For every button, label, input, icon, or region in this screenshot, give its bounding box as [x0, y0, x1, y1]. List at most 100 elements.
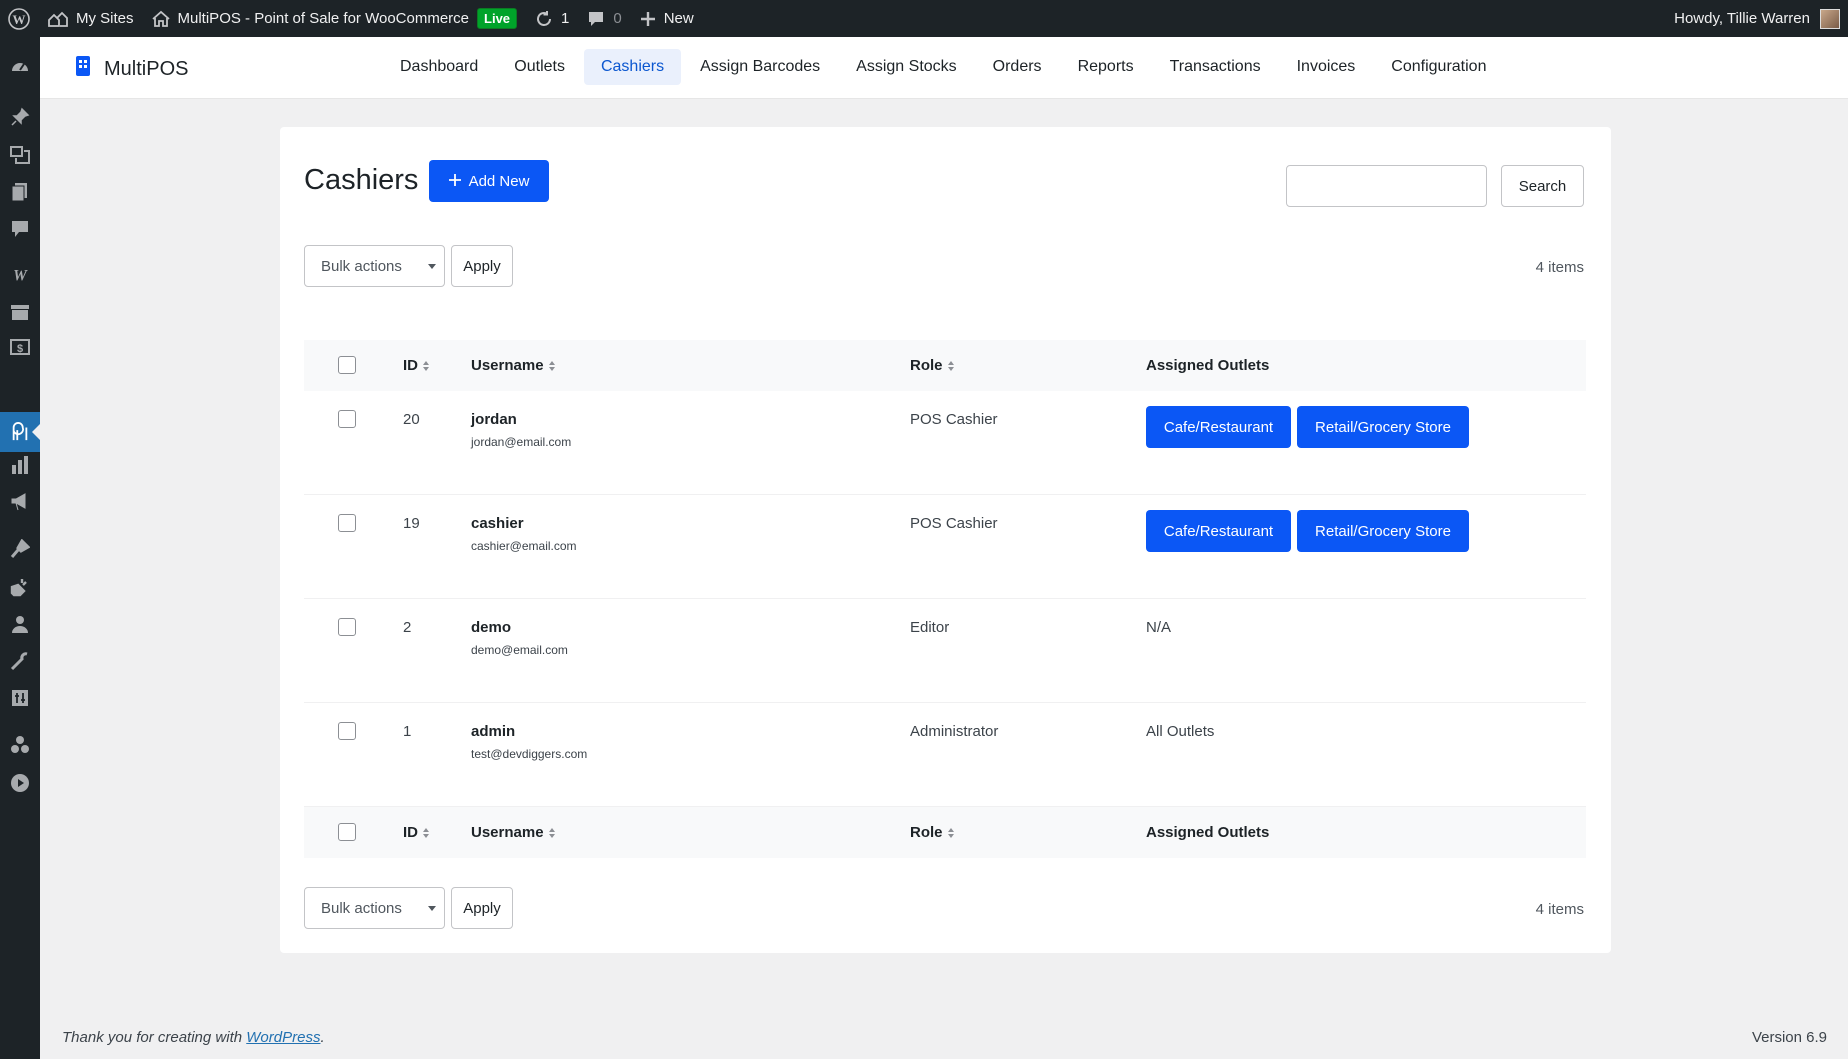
bulk-actions-label: Bulk actions	[321, 257, 402, 275]
sort-icon	[423, 360, 429, 371]
table-row: 1 admin test@devdiggers.com Administrato…	[304, 703, 1586, 807]
column-id[interactable]: ID	[403, 357, 429, 374]
settings-icon[interactable]	[10, 688, 30, 708]
select-all-checkbox-footer[interactable]	[338, 823, 356, 841]
media-icon[interactable]	[10, 145, 30, 165]
users-icon[interactable]	[10, 614, 30, 634]
sort-icon	[947, 827, 954, 838]
brand[interactable]: MultiPOS	[74, 54, 188, 84]
nav-invoices[interactable]: Invoices	[1280, 49, 1373, 85]
multipos-logo-icon	[74, 54, 92, 84]
column-assigned-outlets-footer: Assigned Outlets	[1146, 824, 1269, 841]
comments-link[interactable]: 0	[578, 0, 630, 37]
select-all-checkbox[interactable]	[338, 356, 356, 374]
column-username-label: Username	[471, 824, 544, 841]
home-icon	[151, 10, 170, 28]
row-outlets-text: All Outlets	[1146, 723, 1215, 740]
svg-text:W: W	[13, 267, 28, 284]
admin-bar: W My Sites MultiPOS - Point of Sale for …	[0, 0, 1848, 37]
row-checkbox[interactable]	[338, 410, 356, 428]
row-checkbox[interactable]	[338, 722, 356, 740]
main-nav: Dashboard Outlets Cashiers Assign Barcod…	[382, 49, 1504, 85]
appearance-icon[interactable]	[10, 539, 30, 559]
outlet-badge[interactable]: Retail/Grocery Store	[1297, 510, 1469, 552]
new-content-menu[interactable]: New	[631, 0, 703, 37]
brand-name: MultiPOS	[104, 57, 189, 80]
outlet-badge[interactable]: Retail/Grocery Store	[1297, 406, 1469, 448]
row-id: 20	[403, 411, 420, 428]
comments-icon[interactable]	[10, 219, 30, 239]
tools-icon[interactable]	[10, 651, 30, 671]
nav-outlets[interactable]: Outlets	[497, 49, 582, 85]
column-username-footer[interactable]: Username	[471, 824, 555, 841]
row-username[interactable]: jordan	[471, 411, 517, 428]
pages-icon[interactable]	[10, 182, 30, 202]
row-checkbox[interactable]	[338, 514, 356, 532]
column-id-label: ID	[403, 824, 418, 841]
multipos-icon[interactable]	[10, 422, 30, 442]
site-name-menu[interactable]: MultiPOS - Point of Sale for WooCommerce…	[143, 0, 527, 37]
collaboration-icon[interactable]	[10, 735, 30, 755]
admin-sidebar: W $	[0, 37, 40, 1059]
apply-button-top[interactable]: Apply	[451, 245, 513, 287]
nav-assign-stocks[interactable]: Assign Stocks	[839, 49, 973, 85]
footer-thanks-prefix: Thank you for creating with	[62, 1029, 247, 1046]
nav-dashboard[interactable]: Dashboard	[383, 49, 495, 85]
row-username[interactable]: admin	[471, 723, 515, 740]
cashiers-card: Cashiers Add New Search Bulk actions App…	[280, 127, 1611, 953]
bulk-actions-select-top[interactable]: Bulk actions	[304, 245, 445, 287]
plus-icon	[448, 173, 461, 190]
outlet-badge[interactable]: Cafe/Restaurant	[1146, 406, 1291, 448]
search-button[interactable]: Search	[1501, 165, 1584, 207]
updates-count: 1	[561, 10, 570, 27]
plugins-icon[interactable]	[10, 577, 30, 597]
row-username[interactable]: cashier	[471, 515, 524, 532]
apply-button-bottom[interactable]: Apply	[451, 887, 513, 929]
page-title: Cashiers	[304, 164, 419, 196]
dashboard-icon[interactable]	[10, 57, 30, 77]
nav-configuration[interactable]: Configuration	[1374, 49, 1503, 85]
video-icon[interactable]	[10, 773, 30, 793]
items-count-bottom: 4 items	[1535, 901, 1584, 918]
row-email: test@devdiggers.com	[471, 747, 588, 761]
bulk-actions-select-bottom[interactable]: Bulk actions	[304, 887, 445, 929]
outlet-badge[interactable]: Cafe/Restaurant	[1146, 510, 1291, 552]
items-count-top: 4 items	[1535, 259, 1584, 276]
row-username[interactable]: demo	[471, 619, 511, 636]
row-email: demo@email.com	[471, 643, 568, 657]
column-role[interactable]: Role	[910, 357, 954, 374]
nav-transactions[interactable]: Transactions	[1153, 49, 1278, 85]
updates-link[interactable]: 1	[526, 0, 578, 37]
row-checkbox[interactable]	[338, 618, 356, 636]
avatar	[1820, 8, 1840, 29]
nav-reports[interactable]: Reports	[1061, 49, 1151, 85]
footer-thanks-suffix: .	[320, 1029, 325, 1046]
column-username-label: Username	[471, 357, 544, 374]
pin-icon[interactable]	[10, 107, 30, 127]
products-icon[interactable]	[10, 302, 30, 322]
column-username[interactable]: Username	[471, 357, 555, 374]
column-assigned-outlets: Assigned Outlets	[1146, 357, 1269, 374]
wordpress-logo-button[interactable]: W	[0, 0, 39, 37]
wordpress-logo-icon: W	[8, 7, 30, 30]
woocommerce-icon[interactable]: W	[10, 265, 30, 285]
row-role: Editor	[910, 619, 950, 636]
marketing-icon[interactable]	[10, 492, 30, 512]
my-sites-icon	[48, 10, 68, 28]
row-id: 1	[403, 723, 412, 740]
payments-icon[interactable]: $	[10, 337, 30, 357]
account-menu[interactable]: Howdy, Tillie Warren	[1674, 0, 1848, 37]
sort-icon	[423, 827, 429, 838]
column-role-footer[interactable]: Role	[910, 824, 954, 841]
nav-orders[interactable]: Orders	[976, 49, 1059, 85]
nav-assign-barcodes[interactable]: Assign Barcodes	[683, 49, 837, 85]
nav-cashiers[interactable]: Cashiers	[583, 49, 682, 85]
add-new-button[interactable]: Add New	[429, 160, 549, 202]
my-sites-menu[interactable]: My Sites	[39, 0, 143, 37]
search-input[interactable]	[1286, 165, 1487, 207]
add-new-label: Add New	[468, 172, 530, 190]
wordpress-link[interactable]: WordPress	[246, 1029, 320, 1046]
sort-icon	[947, 360, 954, 371]
column-id-footer[interactable]: ID	[403, 824, 429, 841]
analytics-icon[interactable]	[10, 455, 30, 475]
